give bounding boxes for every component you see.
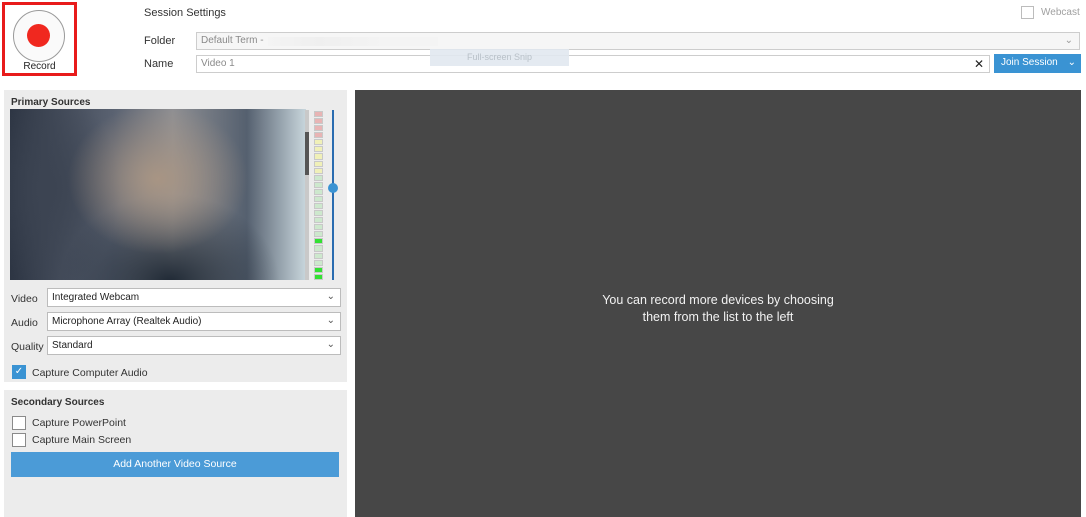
- folder-select[interactable]: Default Term - ⌄: [196, 32, 1080, 50]
- capture-computer-audio-checkbox[interactable]: ✓: [12, 365, 26, 379]
- meter-segment: [314, 188, 323, 195]
- full-screen-snip-overlay[interactable]: Full-screen Snip: [430, 49, 569, 66]
- webcam-preview: [10, 109, 306, 280]
- chevron-down-icon[interactable]: ⌄: [1068, 57, 1076, 68]
- close-icon[interactable]: ✕: [974, 57, 984, 71]
- meter-segment: [314, 273, 323, 280]
- primary-sources-title: Primary Sources: [11, 97, 91, 108]
- chevron-down-icon: ⌄: [326, 315, 335, 326]
- meter-segment: [314, 224, 323, 231]
- chevron-down-icon: ⌄: [1064, 35, 1073, 46]
- name-value: Video 1: [201, 58, 235, 69]
- video-label: Video: [11, 293, 38, 305]
- canvas-message: You can record more devices by choosing …: [355, 292, 1081, 326]
- name-input[interactable]: Video 1 ✕: [196, 55, 990, 73]
- redacted-folder-name: [268, 37, 438, 46]
- meter-segment: [314, 245, 323, 252]
- meter-segment: [314, 125, 323, 132]
- webcast-label: Webcast: [1041, 7, 1080, 18]
- secondary-sources-title: Secondary Sources: [11, 397, 105, 408]
- audio-level-meter: [314, 111, 323, 280]
- meter-segment: [314, 217, 323, 224]
- folder-label: Folder: [144, 35, 176, 47]
- audio-label: Audio: [11, 317, 38, 329]
- add-video-source-button[interactable]: Add Another Video Source: [11, 452, 339, 477]
- capture-main-screen-label: Capture Main Screen: [32, 434, 132, 446]
- capture-computer-audio-label: Capture Computer Audio: [32, 367, 148, 379]
- meter-segment: [314, 259, 323, 266]
- record-dot-icon: [27, 24, 50, 47]
- preview-scrollbar-thumb[interactable]: [305, 132, 309, 175]
- session-settings-title: Session Settings: [144, 7, 226, 19]
- audio-source-select[interactable]: Microphone Array (Realtek Audio) ⌄: [47, 312, 341, 331]
- capture-powerpoint-label: Capture PowerPoint: [32, 417, 126, 429]
- capture-main-screen-checkbox[interactable]: [12, 433, 26, 447]
- audio-source-value: Microphone Array (Realtek Audio): [52, 316, 202, 327]
- meter-segment: [314, 181, 323, 188]
- meter-segment: [314, 174, 323, 181]
- join-session-button[interactable]: Join Session ⌄: [994, 54, 1081, 73]
- meter-segment: [314, 153, 323, 160]
- meter-segment: [314, 132, 323, 139]
- canvas-message-line-2: them from the list to the left: [642, 310, 794, 324]
- name-label: Name: [144, 58, 174, 70]
- record-label: Record: [23, 61, 56, 72]
- volume-slider-thumb[interactable]: [328, 183, 338, 193]
- meter-segment: [314, 139, 323, 146]
- meter-segment: [314, 266, 323, 273]
- video-source-select[interactable]: Integrated Webcam ⌄: [47, 288, 341, 307]
- meter-segment: [314, 231, 323, 238]
- webcast-checkbox[interactable]: [1021, 6, 1034, 19]
- meter-segment: [314, 118, 323, 125]
- meter-segment: [314, 238, 323, 245]
- primary-sources-panel: Primary Sources Video Integrated Webcam …: [4, 90, 347, 382]
- meter-segment: [314, 252, 323, 259]
- meter-segment: [314, 195, 323, 203]
- capture-powerpoint-checkbox[interactable]: [12, 416, 26, 430]
- folder-value: Default Term -: [201, 35, 264, 46]
- recording-canvas: You can record more devices by choosing …: [355, 90, 1081, 517]
- canvas-message-line-1: You can record more devices by choosing: [602, 293, 834, 307]
- quality-value: Standard: [52, 340, 93, 351]
- secondary-sources-panel: Secondary Sources Capture PowerPoint Cap…: [4, 390, 347, 517]
- preview-scrollbar[interactable]: [305, 110, 309, 280]
- record-button[interactable]: [13, 10, 65, 62]
- meter-segment: [314, 146, 323, 153]
- meter-segment: [314, 167, 323, 174]
- join-session-label: Join Session: [1001, 57, 1058, 68]
- volume-slider-track[interactable]: [332, 110, 334, 280]
- chevron-down-icon: ⌄: [326, 291, 335, 302]
- meter-segment: [314, 203, 323, 210]
- meter-segment: [314, 111, 323, 118]
- meter-segment: [314, 160, 323, 167]
- quality-label: Quality: [11, 341, 44, 353]
- checkmark-icon: ✓: [14, 366, 24, 377]
- quality-select[interactable]: Standard ⌄: [47, 336, 341, 355]
- meter-segment: [314, 210, 323, 217]
- video-source-value: Integrated Webcam: [52, 292, 140, 303]
- chevron-down-icon: ⌄: [326, 339, 335, 350]
- record-highlight: Record: [2, 2, 77, 76]
